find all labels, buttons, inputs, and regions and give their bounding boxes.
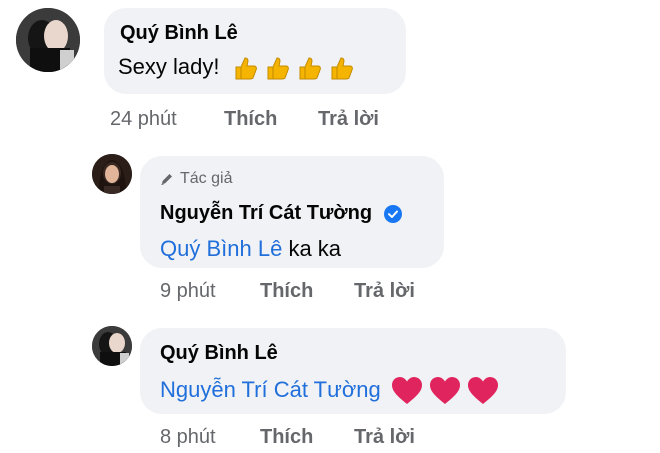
reply-button[interactable]: Trả lời <box>354 280 415 303</box>
comment-time[interactable]: 8 phút <box>160 426 216 449</box>
comment-actions: 9 phút Thích Trả lời <box>160 280 560 306</box>
avatar[interactable] <box>92 326 132 366</box>
comment-actions: 24 phút Thích Trả lời <box>110 108 510 134</box>
avatar[interactable] <box>16 8 80 72</box>
comment-time[interactable]: 24 phút <box>110 108 177 131</box>
comment-time[interactable]: 9 phút <box>160 280 216 303</box>
comment-text: Sexy lady! <box>118 54 354 81</box>
comment-author[interactable]: Quý Bình Lê <box>120 22 238 45</box>
comment-bubble: Quý Bình Lê Sexy lady! <box>104 8 406 94</box>
comment-bubble: Quý Bình Lê Nguyễn Trí Cát Tường <box>140 328 566 414</box>
like-button[interactable]: Thích <box>260 426 313 449</box>
red-heart-icon <box>429 377 460 404</box>
avatar-image <box>16 8 80 72</box>
reaction-emojis <box>232 54 354 80</box>
thumbs-up-icon <box>235 57 257 80</box>
red-heart-icon <box>468 377 499 404</box>
like-button[interactable]: Thích <box>224 108 277 131</box>
thumbs-up-icon <box>299 57 321 80</box>
avatar-image <box>92 326 132 366</box>
thumbs-up-icon <box>331 57 353 80</box>
comment-body: Sexy lady! <box>118 54 220 79</box>
pencil-icon <box>161 174 172 185</box>
comment-2: Tác giả Nguyễn Trí Cát Tường Quý Bình Lê… <box>0 150 660 310</box>
reply-button[interactable]: Trả lời <box>354 426 415 449</box>
comment-bubble: Tác giả Nguyễn Trí Cát Tường Quý Bình Lê… <box>140 156 444 268</box>
comment-3: Quý Bình Lê Nguyễn Trí Cát Tường 8 phút … <box>0 320 660 453</box>
red-heart-icon <box>391 377 422 404</box>
author-badge: Tác giả <box>160 170 232 188</box>
comment-body: ka ka <box>288 236 342 261</box>
like-button[interactable]: Thích <box>260 280 313 303</box>
comment-1: Quý Bình Lê Sexy lady! 24 phút Thích Trả… <box>0 0 660 140</box>
author-name[interactable]: Nguyễn Trí Cát Tường <box>160 202 372 224</box>
avatar[interactable] <box>92 154 132 194</box>
comment-actions: 8 phút Thích Trả lời <box>160 426 560 452</box>
mention-link[interactable]: Nguyễn Trí Cát Tường <box>160 377 381 402</box>
comment-text: Quý Bình Lê ka ka <box>160 236 341 262</box>
verified-check-icon <box>383 204 402 223</box>
mention-link[interactable]: Quý Bình Lê <box>160 236 282 261</box>
comment-text: Nguyễn Trí Cát Tường <box>160 376 499 406</box>
thumbs-up-icon <box>267 57 289 80</box>
badge-label: Tác giả <box>180 170 233 187</box>
avatar-image <box>92 154 132 194</box>
reaction-emojis <box>391 377 499 404</box>
comment-author[interactable]: Quý Bình Lê <box>160 342 278 365</box>
comment-author: Nguyễn Trí Cát Tường <box>160 202 402 225</box>
reply-button[interactable]: Trả lời <box>318 108 379 131</box>
